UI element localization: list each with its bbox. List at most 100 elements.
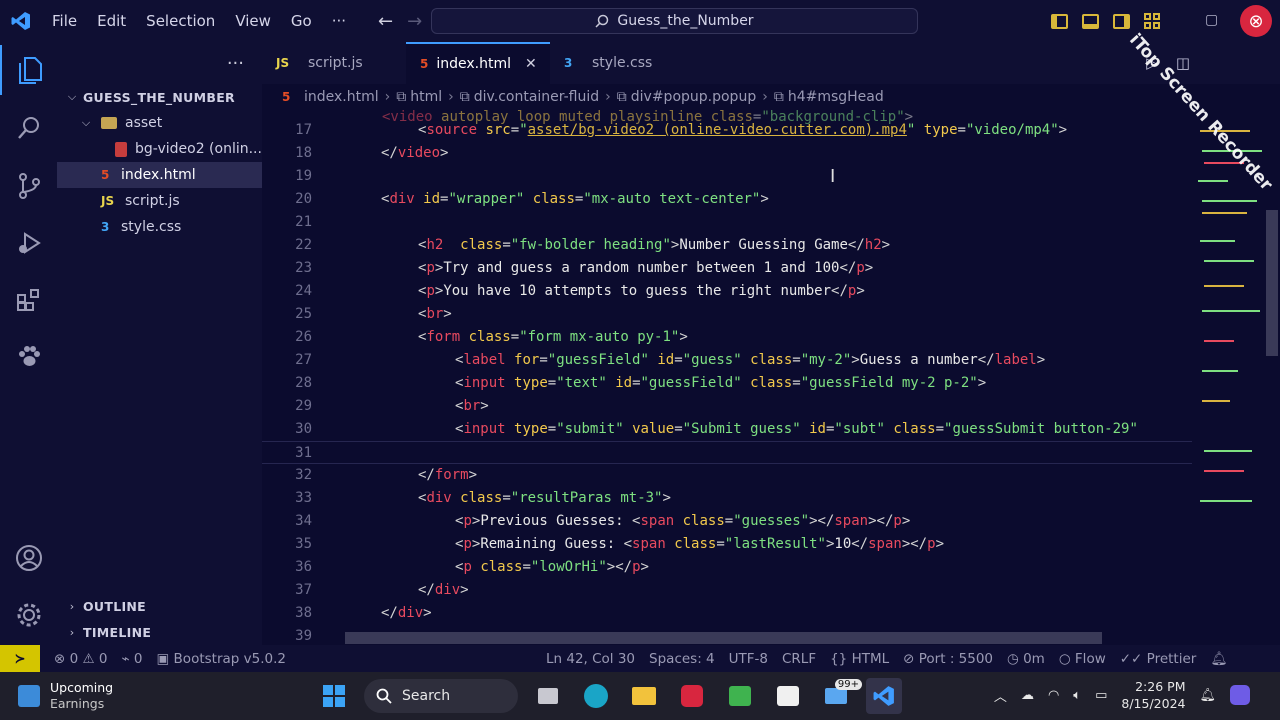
explorer-more-actions[interactable]: ···: [227, 53, 244, 74]
outline-label: OUTLINE: [83, 598, 147, 614]
search-icon[interactable]: [0, 103, 57, 153]
photos-app-icon[interactable]: [722, 678, 758, 714]
chevron-up-icon[interactable]: ︿: [994, 686, 1007, 705]
search-icon: [376, 688, 392, 704]
close-tab-icon[interactable]: ✕: [525, 56, 537, 72]
taskbar-search[interactable]: Search: [364, 679, 518, 713]
code-line-20: 20 <div id="wrapper" class="mx-auto text-…: [295, 191, 769, 207]
file-bg-video[interactable]: bg-video2 (onlin...: [57, 136, 262, 162]
paw-extension-icon[interactable]: [0, 332, 57, 382]
css-file-icon: 3: [564, 56, 573, 70]
code-editor[interactable]: <video autoplay loop muted playsinline c…: [262, 110, 1192, 645]
wifi-icon[interactable]: ◠: [1048, 688, 1059, 703]
chevron-right-icon: ›: [605, 89, 611, 105]
toggle-sidebar-icon[interactable]: [1051, 13, 1068, 29]
close-window-icon[interactable]: ⊗: [1240, 5, 1272, 37]
file-explorer-icon[interactable]: [626, 678, 662, 714]
language-status[interactable]: {} HTML: [830, 651, 889, 667]
breadcrumb-item[interactable]: index.html: [304, 89, 379, 105]
file-style-css-label: style.css: [121, 219, 182, 235]
code-line-21: 21: [295, 214, 312, 230]
text-cursor-icon: I: [830, 166, 836, 187]
explorer-icon[interactable]: [0, 45, 57, 95]
notifications-bell-icon[interactable]: 🔔︎: [1210, 651, 1227, 667]
code-line-36: 36 <p class="lowOrHi"></p>: [295, 559, 649, 575]
screen-recorder-app-icon[interactable]: [674, 678, 710, 714]
split-editor-icon[interactable]: ◫: [1176, 54, 1190, 72]
indentation-status[interactable]: Spaces: 4: [649, 651, 715, 667]
forward-arrow-icon[interactable]: →: [407, 11, 422, 32]
errors-status[interactable]: ⊗ 0 ⚠ 0: [54, 651, 107, 667]
code-line-17: 17 <source src="asset/bg-video2 (online-v…: [295, 122, 1068, 138]
explorer-sidebar: ··· ⌵ GUESS_THE_NUMBER ⌵ asset bg-video2…: [57, 42, 262, 645]
breadcrumb-item[interactable]: h4#msgHead: [788, 89, 884, 105]
minimap-scrollbar[interactable]: [1266, 210, 1278, 356]
chevron-right-icon: ›: [69, 625, 75, 639]
breadcrumb-item[interactable]: div#popup.popup: [631, 89, 756, 105]
element-icon: ⧉: [773, 89, 784, 105]
folder-asset[interactable]: ⌵ asset: [57, 110, 262, 136]
tab-index-html[interactable]: 5 index.html ✕: [406, 42, 550, 84]
folder-icon: [101, 117, 117, 129]
menu-file[interactable]: File: [42, 0, 87, 42]
eol-status[interactable]: CRLF: [782, 651, 816, 667]
menu-go[interactable]: Go: [281, 0, 322, 42]
toggle-secondary-sidebar-icon[interactable]: [1113, 13, 1130, 29]
encoding-status[interactable]: UTF-8: [729, 651, 768, 667]
back-arrow-icon[interactable]: ←: [378, 11, 393, 32]
windows-start-icon[interactable]: [316, 678, 352, 714]
command-center[interactable]: Guess_the_Number: [431, 8, 918, 34]
copilot-icon[interactable]: [1230, 685, 1250, 705]
prettier-status[interactable]: ✓✓ Prettier: [1120, 651, 1197, 667]
mail-app-icon[interactable]: 99+: [818, 678, 862, 714]
menu-edit[interactable]: Edit: [87, 0, 136, 42]
live-server-status[interactable]: ⊘ Port : 5500: [903, 651, 993, 667]
html-file-icon: 5: [420, 57, 429, 71]
breadcrumb-item[interactable]: html: [410, 89, 442, 105]
timer-status[interactable]: ◷ 0m: [1007, 651, 1045, 667]
extensions-icon[interactable]: [0, 275, 57, 325]
restore-window-icon[interactable]: ▢: [1205, 12, 1218, 28]
code-line-22: 22 <h2 class="fw-bolder heading">Number G…: [295, 237, 891, 253]
horizontal-scrollbar[interactable]: [345, 632, 1102, 644]
cloud-icon[interactable]: ☁: [1021, 688, 1034, 703]
folder-root[interactable]: ⌵ GUESS_THE_NUMBER: [57, 84, 262, 110]
battery-icon[interactable]: ▭: [1095, 688, 1107, 703]
store-app-icon[interactable]: [770, 678, 806, 714]
settings-gear-icon[interactable]: [0, 590, 57, 640]
toggle-panel-icon[interactable]: [1082, 13, 1099, 29]
file-style-css[interactable]: 3 style.css: [57, 214, 262, 240]
widgets-button[interactable]: Upcoming Earnings: [18, 680, 113, 712]
tab-script-js-label: script.js: [308, 55, 363, 71]
clock-date: 8/15/2024: [1121, 696, 1186, 711]
edge-browser-icon[interactable]: [578, 678, 614, 714]
menu-selection[interactable]: Selection: [136, 0, 225, 42]
breadcrumb-item[interactable]: div.container-fluid: [474, 89, 599, 105]
system-clock[interactable]: 2:26 PM 8/15/2024: [1121, 678, 1185, 712]
mail-badge: 99+: [834, 679, 862, 690]
customize-layout-icon[interactable]: [1144, 13, 1160, 29]
accounts-icon[interactable]: [0, 533, 57, 583]
bootstrap-status[interactable]: ▣ Bootstrap v5.0.2: [157, 651, 286, 667]
tab-style-css[interactable]: 3 style.css: [550, 42, 680, 84]
notification-bell-icon[interactable]: 🔔︎: [1199, 688, 1216, 703]
menu-more[interactable]: ···: [322, 0, 356, 42]
ports-status[interactable]: ⌁ 0: [121, 651, 142, 667]
folder-asset-label: asset: [125, 115, 163, 131]
vscode-taskbar-icon[interactable]: [866, 678, 902, 714]
editor-tabs: JS script.js 5 index.html ✕ 3 style.css …: [262, 42, 1280, 84]
file-script-js[interactable]: JS script.js: [57, 188, 262, 214]
html-file-icon: 5: [101, 168, 110, 182]
tab-script-js[interactable]: JS script.js: [262, 42, 406, 84]
file-index-html[interactable]: 5 index.html: [57, 162, 262, 188]
cursor-position[interactable]: Ln 42, Col 30: [546, 651, 635, 667]
outline-section[interactable]: › OUTLINE: [57, 593, 262, 619]
task-view-icon[interactable]: [530, 678, 566, 714]
timeline-section[interactable]: › TIMELINE: [57, 619, 262, 645]
volume-icon[interactable]: 🔈︎: [1073, 688, 1081, 703]
menu-view[interactable]: View: [225, 0, 281, 42]
source-control-icon[interactable]: [0, 161, 57, 211]
run-debug-icon[interactable]: [0, 218, 57, 268]
remote-icon[interactable]: ≻: [0, 645, 40, 672]
flow-status[interactable]: ○ Flow: [1059, 651, 1106, 667]
